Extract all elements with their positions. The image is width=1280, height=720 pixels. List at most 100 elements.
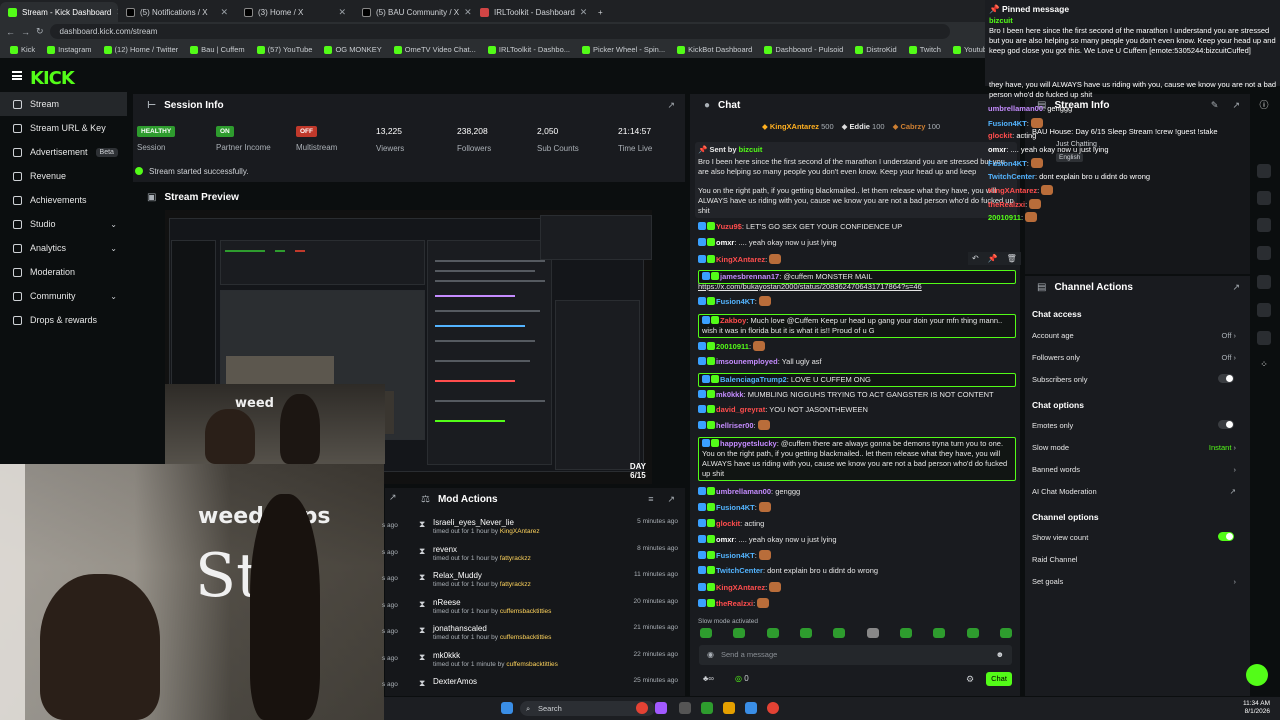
- chat-message[interactable]: Zakboy: Much love @Cuffem Keep ur head u…: [698, 314, 1016, 338]
- delete-icon[interactable]: 🗑: [1007, 254, 1017, 263]
- chat-username[interactable]: 20010911: [716, 342, 749, 351]
- chat-username[interactable]: Zakboy: [720, 316, 746, 325]
- reply-icon[interactable]: ↶: [972, 254, 979, 263]
- chat-username[interactable]: theRealzxi: [716, 599, 753, 608]
- top-gifter[interactable]: ◆ KingXAntarez 500: [762, 122, 834, 131]
- top-gifter[interactable]: ◆ Eddie 100: [842, 122, 885, 131]
- moderated-user[interactable]: nReese: [433, 598, 461, 607]
- chat-username[interactable]: umbrellaman00: [716, 487, 771, 496]
- chat-username[interactable]: happygetslucky: [720, 439, 777, 448]
- app-icon[interactable]: [701, 702, 713, 714]
- chat-message[interactable]: theRealzxi:: [698, 598, 1016, 609]
- popout-left-icon[interactable]: ↗: [389, 492, 397, 503]
- bookmark-item[interactable]: Instagram: [47, 45, 92, 54]
- emote-icon[interactable]: [899, 628, 912, 638]
- moderator-name[interactable]: cuffemsbacktitties: [500, 634, 552, 641]
- chat-message[interactable]: happygetslucky: @cuffem there are always…: [698, 437, 1016, 481]
- tab-notifications[interactable]: (5) Notifications / X ✕: [118, 2, 236, 22]
- popout-icon[interactable]: ↗: [667, 494, 675, 505]
- chat-message[interactable]: mk0kkk: MUMBLING NIGGUHS TRYING TO ACT G…: [698, 390, 1016, 400]
- moderator-name[interactable]: KingXAntarez: [500, 528, 540, 535]
- chat-username[interactable]: david_greyrat: [716, 405, 765, 414]
- support-chat-button[interactable]: [1246, 664, 1268, 686]
- ai-moderation-setting[interactable]: AI Chat Moderation ↗: [1032, 487, 1242, 496]
- chat-message[interactable]: https://x.com/bukayostan2000/status/2083…: [698, 282, 1016, 292]
- emote-icon[interactable]: [933, 628, 946, 638]
- followers-only-setting[interactable]: Followers only Off ›: [1032, 353, 1242, 362]
- chat-username[interactable]: Fusion4KT: [716, 551, 755, 560]
- rail-card-icon[interactable]: [1257, 218, 1271, 232]
- chat-message[interactable]: Yuzu9$: LET'S GO SEX GET YOUR CONFIDENCE…: [698, 222, 1016, 232]
- moderated-user[interactable]: Relax_Muddy: [433, 571, 482, 580]
- chat-username[interactable]: hellriser00: [716, 421, 754, 430]
- emotes-only-toggle[interactable]: [1218, 420, 1234, 429]
- sidebar-item-advertisement[interactable]: Advertisement Beta: [0, 140, 127, 164]
- app-icon[interactable]: [679, 702, 691, 714]
- emote-icon[interactable]: [799, 628, 812, 638]
- chat-username[interactable]: jamesbrennan17: [720, 272, 779, 281]
- rail-tool-icon[interactable]: [1257, 164, 1271, 178]
- bookmark-item[interactable]: Bau | Cuffem: [190, 45, 245, 54]
- rail-flash-icon[interactable]: [1257, 191, 1271, 205]
- telegram-icon[interactable]: [745, 702, 757, 714]
- banned-words-setting[interactable]: Banned words ›: [1032, 465, 1242, 474]
- popout-icon[interactable]: ↗: [667, 100, 675, 111]
- bookmark-item[interactable]: Picker Wheel - Spin...: [582, 45, 665, 54]
- chat-username[interactable]: omxr: [716, 238, 734, 247]
- moderator-name[interactable]: fattyrackzz: [500, 555, 531, 562]
- chat-username[interactable]: omxr: [716, 535, 734, 544]
- kick-logo[interactable]: KICK: [30, 68, 75, 89]
- chat-message[interactable]: TwitchCenter: dont explain bro u didnt d…: [698, 566, 1016, 576]
- top-gifter[interactable]: ◆ Cabrzy 100: [893, 122, 941, 131]
- edit-icon[interactable]: ✎: [1211, 100, 1219, 111]
- chat-username[interactable]: Fusion4KT: [716, 297, 755, 306]
- rail-wrench-icon[interactable]: [1257, 331, 1271, 345]
- chat-message[interactable]: david_greyrat: YOU NOT JASONTHEWEEN: [698, 405, 1016, 415]
- popout-icon[interactable]: ↗: [1232, 100, 1240, 111]
- close-tab-icon[interactable]: ✕: [338, 7, 346, 18]
- sidebar-item-drops-rewards[interactable]: Drops & rewards: [0, 308, 127, 332]
- chrome-icon[interactable]: [767, 702, 779, 714]
- emote-icon[interactable]: [700, 628, 712, 638]
- raid-channel-setting[interactable]: Raid Channel: [1032, 555, 1242, 564]
- chat-username[interactable]: KingXAntarez: [716, 583, 765, 592]
- chat-username[interactable]: imsounemployed: [716, 357, 778, 366]
- bookmark-item[interactable]: OG MONKEY: [324, 45, 382, 54]
- menu-icon[interactable]: [12, 71, 22, 80]
- bookmark-item[interactable]: Kick: [10, 45, 35, 54]
- tab-home-x[interactable]: (3) Home / X ✕: [236, 2, 354, 22]
- sidebar-item-achievements[interactable]: Achievements: [0, 188, 127, 212]
- chat-username[interactable]: mk0kkk: [716, 390, 744, 399]
- chat-message[interactable]: Fusion4KT:: [698, 502, 1016, 513]
- moderated-user[interactable]: revenx: [433, 545, 457, 554]
- bookmark-item[interactable]: (57) YouTube: [256, 45, 312, 54]
- bookmark-item[interactable]: KickBot Dashboard: [677, 45, 752, 54]
- show-view-count-toggle[interactable]: [1218, 532, 1234, 541]
- tab-irltoolkit[interactable]: IRLToolkit - Dashboard ✕: [472, 2, 590, 22]
- chat-message[interactable]: KingXAntarez:: [698, 582, 1016, 593]
- bookmark-item[interactable]: DistroKid: [855, 45, 897, 54]
- mod-action-row[interactable]: ⧗ Israeli_eyes_Never_lie timed out for 1 h…: [382, 518, 682, 544]
- moderator-name[interactable]: fattyrackzz: [500, 581, 531, 588]
- new-tab-button[interactable]: +: [590, 2, 610, 22]
- chat-username[interactable]: glockit: [716, 519, 740, 528]
- emote-icon[interactable]: [966, 628, 979, 638]
- popout-icon[interactable]: ↗: [1232, 282, 1240, 293]
- chat-message[interactable]: umbrellaman00: genggg: [698, 487, 1016, 497]
- back-icon[interactable]: ←: [6, 27, 15, 37]
- moderator-name[interactable]: cuffemsbacktitties: [500, 608, 552, 615]
- chat-username[interactable]: Fusion4KT: [716, 503, 755, 512]
- taskbar-search[interactable]: ⌕ Search: [520, 701, 655, 716]
- moderated-user[interactable]: jonathanscaled: [433, 624, 487, 633]
- bookmark-item[interactable]: OmeTV Video Chat...: [393, 45, 476, 54]
- info-icon[interactable]: ⓘ: [1257, 98, 1271, 112]
- set-goals-setting[interactable]: Set goals ›: [1032, 577, 1242, 586]
- chat-message[interactable]: 20010911:: [698, 341, 1016, 352]
- reload-icon[interactable]: ↻: [36, 26, 44, 37]
- close-tab-icon[interactable]: ✕: [220, 7, 228, 18]
- chat-username[interactable]: Yuzu9$: [716, 222, 742, 231]
- mod-action-row[interactable]: ⧗ nReese timed out for 1 hour by cuffemsba…: [382, 598, 682, 624]
- emote-icon[interactable]: [833, 628, 846, 638]
- bookmark-item[interactable]: IRLToolkit - Dashbo...: [487, 45, 570, 54]
- subscribers-only-toggle[interactable]: [1218, 374, 1234, 383]
